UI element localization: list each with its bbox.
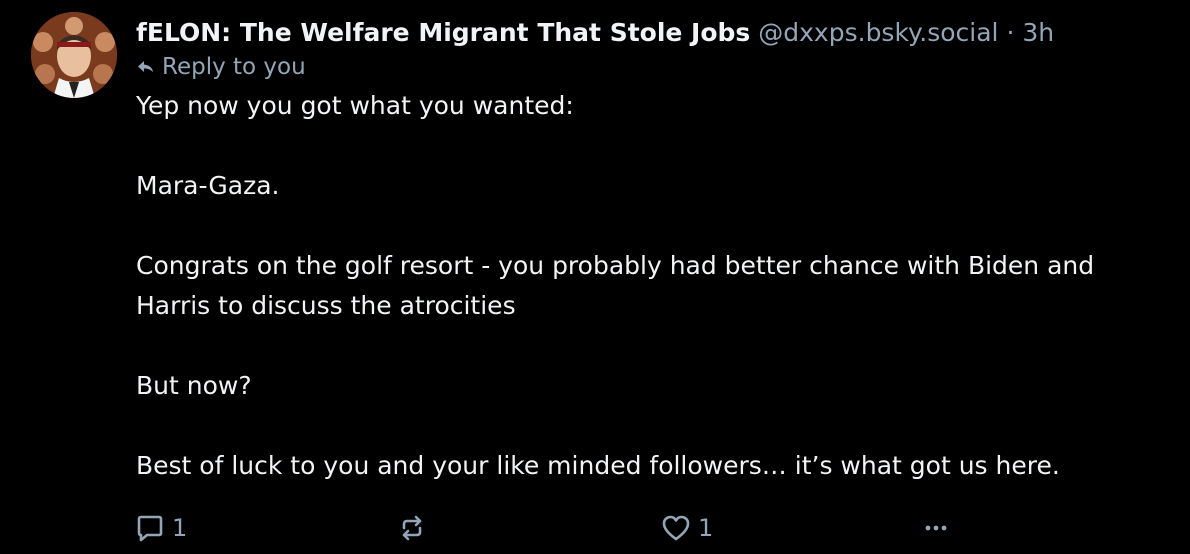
repost-button[interactable] xyxy=(396,512,428,544)
ellipsis-icon xyxy=(925,525,947,531)
post-time[interactable]: 3h xyxy=(1022,18,1054,47)
post-paragraph: Congrats on the golf resort - you probab… xyxy=(136,251,1095,320)
heart-icon xyxy=(662,515,690,541)
reply-count: 1 xyxy=(172,514,188,542)
post-paragraph: Yep now you got what you wanted: xyxy=(136,91,574,120)
post-body: Yep now you got what you wanted: Mara-Ga… xyxy=(136,86,1176,486)
reply-context-label: Reply to you xyxy=(162,54,306,80)
post-paragraph: Best of luck to you and your like minded… xyxy=(136,451,1060,480)
like-button[interactable]: 1 xyxy=(660,512,713,544)
post-header: fELON: The Welfare Migrant That Stole Jo… xyxy=(136,14,1176,52)
more-options-button[interactable] xyxy=(920,512,952,544)
author-name[interactable]: fELON: The Welfare Migrant That Stole Jo… xyxy=(136,18,750,47)
reply-arrow-icon xyxy=(138,61,153,72)
avatar-image xyxy=(31,12,117,98)
reply-context[interactable]: Reply to you xyxy=(136,52,1176,82)
post-paragraph: But now? xyxy=(136,371,252,400)
reply-button[interactable]: 1 xyxy=(134,512,187,544)
post-actions: 1 1 xyxy=(134,512,974,552)
repost-arrows-icon xyxy=(402,515,422,541)
author-handle[interactable]: @dxxps.bsky.social xyxy=(758,18,998,47)
speech-bubble-icon xyxy=(137,515,163,542)
post-content: fELON: The Welfare Migrant That Stole Jo… xyxy=(136,14,1176,486)
separator-dot: · xyxy=(1006,18,1015,47)
like-count: 1 xyxy=(698,514,714,542)
post-paragraph: Mara-Gaza. xyxy=(136,171,280,200)
avatar[interactable] xyxy=(31,12,117,98)
post: fELON: The Welfare Migrant That Stole Jo… xyxy=(0,0,1190,554)
